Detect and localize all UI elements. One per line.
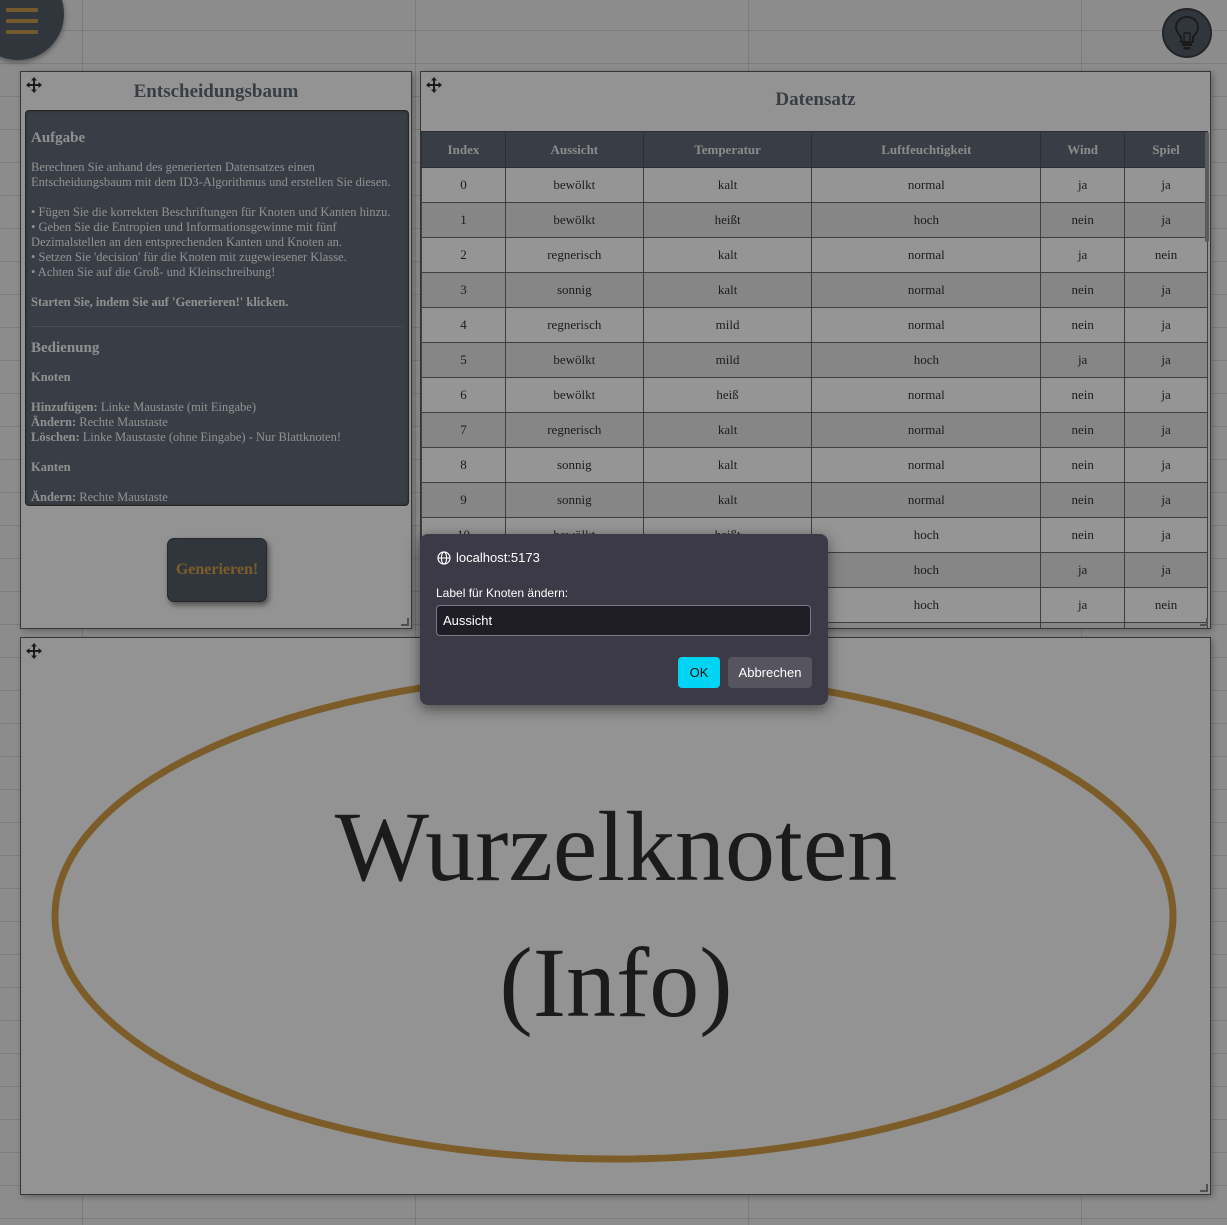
cancel-button[interactable]: Abbrechen	[728, 657, 812, 688]
prompt-dialog: localhost:5173 Label für Knoten ändern: …	[420, 534, 828, 705]
dialog-prompt: Label für Knoten ändern:	[436, 586, 569, 600]
ok-button[interactable]: OK	[678, 657, 720, 688]
dialog-origin-text: localhost:5173	[456, 550, 540, 565]
globe-icon	[437, 550, 451, 565]
dialog-origin: localhost:5173	[437, 550, 540, 565]
node-label-input[interactable]	[436, 605, 811, 636]
